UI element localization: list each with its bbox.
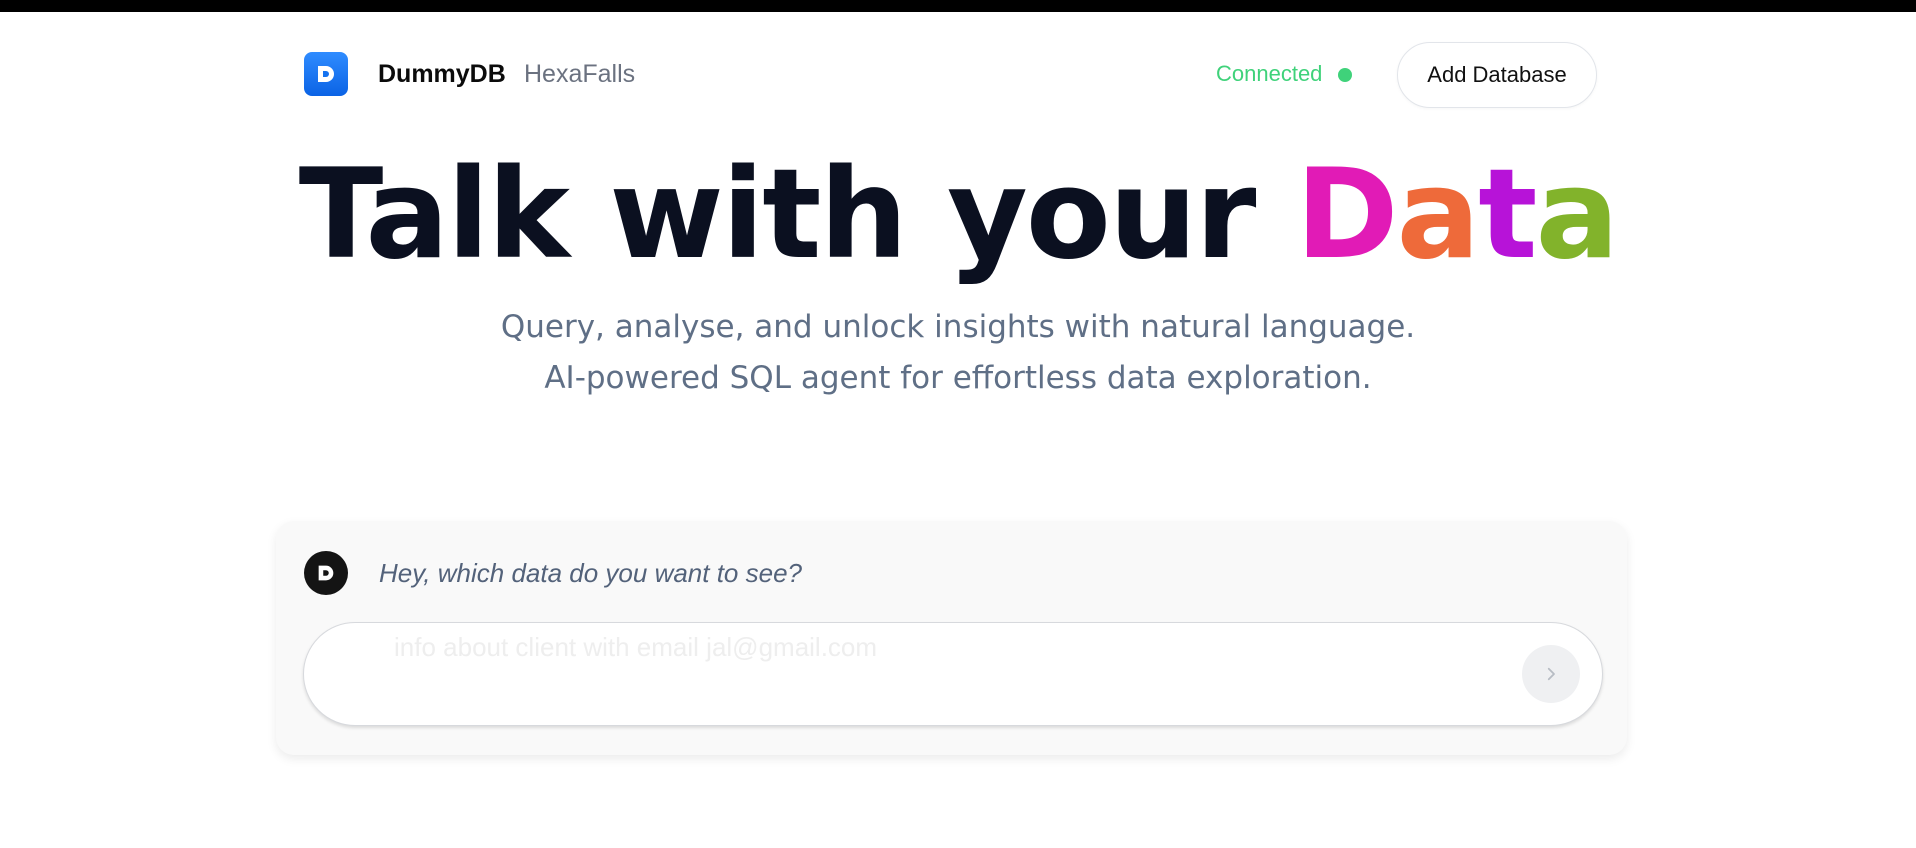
accent-letter-d: D <box>1295 143 1399 287</box>
hero-title-main: Talk with your <box>298 143 1296 287</box>
app-header: DummyDB HexaFalls Connected Add Database <box>0 12 1916 138</box>
accent-letter-a2: a <box>1535 143 1620 287</box>
hero-title: Talk with your Data <box>0 140 1916 290</box>
bot-avatar-icon <box>304 551 348 595</box>
accent-letter-t: t <box>1478 143 1537 287</box>
hero-subtitle-line-1: Query, analyse, and unlock insights with… <box>500 309 1416 345</box>
hero-title-accent: Data <box>1295 143 1620 287</box>
add-database-button[interactable]: Add Database <box>1397 42 1597 108</box>
connection-status-dot-icon <box>1338 68 1352 82</box>
accent-letter-a1: a <box>1396 143 1481 287</box>
chevron-right-icon <box>1547 667 1555 681</box>
connection-status-label: Connected <box>1216 61 1323 86</box>
bot-prompt-text: Hey, which data do you want to see? <box>379 558 802 588</box>
query-input-container[interactable] <box>303 622 1603 726</box>
query-input[interactable] <box>394 629 1394 665</box>
brand-name: DummyDB <box>378 60 506 88</box>
hero-subtitle-line-2: AI-powered SQL agent for effortless data… <box>544 360 1372 396</box>
dummydb-logo-icon[interactable] <box>304 52 348 96</box>
organization-name: HexaFalls <box>524 60 636 88</box>
window-top-bar <box>0 0 1916 12</box>
send-button[interactable] <box>1522 645 1580 703</box>
hero-subtitle: Query, analyse, and unlock insights with… <box>0 302 1916 404</box>
chat-card: Hey, which data do you want to see? <box>276 521 1627 755</box>
